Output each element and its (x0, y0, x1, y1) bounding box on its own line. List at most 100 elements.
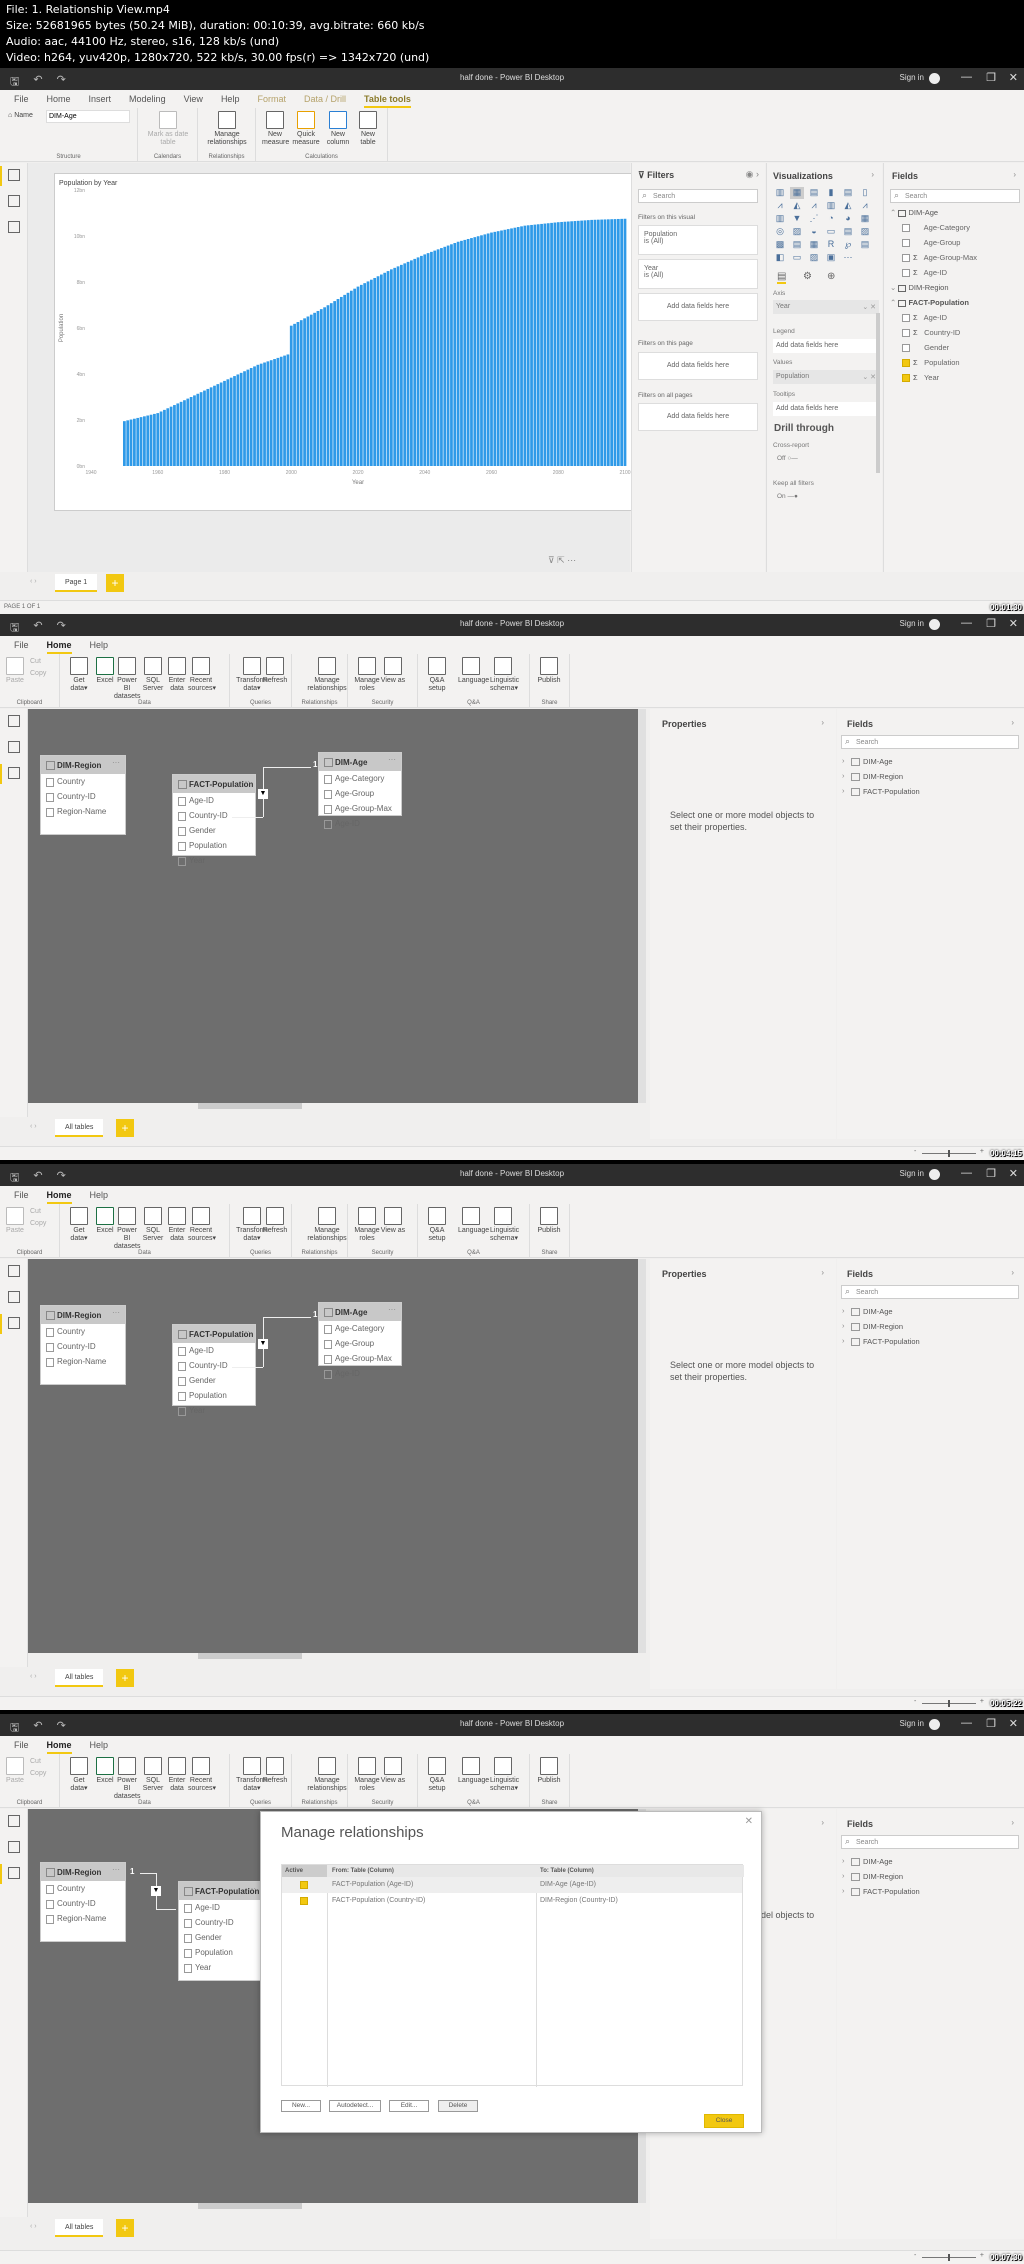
table-field[interactable]: Age-ID (173, 1343, 255, 1358)
copy-button[interactable]: Copy (30, 670, 46, 678)
table-field[interactable]: Age-Category (319, 1321, 401, 1336)
collapse-filters-icon[interactable]: ◉ › (746, 169, 759, 180)
get-data-button[interactable]: Get data▾ (66, 1757, 92, 1793)
quick-measure-button[interactable]: Quick measure (292, 111, 320, 147)
field-item[interactable]: Gender (902, 343, 949, 358)
table-card-header[interactable]: DIM-Age ··· (319, 753, 401, 771)
field-table-dim-age[interactable]: DIM-Age (839, 754, 1017, 769)
visual-type-icon[interactable]: ◕ (841, 213, 855, 225)
table-field[interactable]: Region-Name (41, 1354, 125, 1369)
collapse-properties-icon[interactable]: › (821, 1818, 824, 1827)
copy-button[interactable]: Copy (30, 1220, 46, 1228)
add-page-filter-drop[interactable]: Add data fields here (638, 352, 758, 380)
visual-type-icon[interactable]: ▤ (841, 187, 855, 199)
new-relationship-button[interactable]: New... (281, 2100, 321, 2112)
menu-view[interactable]: View (184, 90, 213, 108)
table-field[interactable]: Population (173, 1388, 255, 1403)
table-card-header[interactable]: DIM-Region ··· (41, 1306, 125, 1324)
table-field[interactable]: Year (173, 1403, 255, 1418)
canvas-horizontal-scrollbar[interactable] (198, 1653, 302, 1659)
visual-type-icon[interactable]: ▥ (773, 213, 787, 225)
table-card-dim-age[interactable]: DIM-Age ··· Age-CategoryAge-GroupAge-Group… (318, 1302, 402, 1379)
model-view-button[interactable] (0, 1311, 28, 1337)
menu-modeling[interactable]: Modeling (129, 90, 176, 108)
visual-type-icon[interactable]: ▤ (858, 239, 872, 251)
viz-scrollbar[interactable] (876, 313, 880, 473)
collapse-fields-icon[interactable]: › (1011, 1268, 1014, 1277)
visual-type-icon[interactable]: ▥ (824, 200, 838, 212)
add-layout-button[interactable]: + (116, 2219, 134, 2237)
view-as-button[interactable]: View as (380, 1207, 406, 1235)
table-field[interactable]: Region-Name (41, 804, 125, 819)
table-field[interactable]: Age-Category (319, 771, 401, 786)
avatar[interactable] (929, 1169, 940, 1180)
restore-button[interactable]: ❐ (986, 617, 996, 630)
canvas-vertical-scrollbar[interactable] (638, 709, 646, 1103)
linguistic-schema-button[interactable]: Linguistic schema▾ (490, 1207, 519, 1243)
menu-home[interactable]: Home (46, 1186, 82, 1204)
field-checkbox[interactable] (902, 239, 910, 248)
canvas-horizontal-scrollbar[interactable] (198, 2203, 302, 2209)
sql-server-button[interactable]: SQL Server (140, 657, 166, 693)
manage-relationships-button[interactable]: Manage relationships (302, 657, 352, 693)
power-bi-datasets-button[interactable]: Power BI datasets (114, 1207, 140, 1251)
add-layout-button[interactable]: + (116, 1669, 134, 1687)
model-view-button[interactable] (0, 1861, 28, 1887)
menu-home[interactable]: Home (46, 1736, 82, 1754)
more-options-icon[interactable]: ··· (388, 755, 396, 764)
field-item[interactable]: Σ Year (902, 373, 939, 388)
menu-home[interactable]: Home (46, 636, 82, 654)
menu-file[interactable]: File (14, 90, 39, 108)
more-options-icon[interactable]: ··· (112, 1865, 120, 1874)
table-field[interactable]: Country-ID (41, 1896, 125, 1911)
visual-type-icon[interactable]: ▼ (790, 213, 804, 225)
language-button[interactable]: Language (458, 1207, 489, 1235)
field-checkbox[interactable] (902, 314, 910, 323)
table-card-dim-region[interactable]: DIM-Region ··· Country Country-ID Region-Nam… (40, 1305, 126, 1385)
data-view-button[interactable] (0, 189, 28, 215)
legend-well[interactable]: Add data fields here (773, 339, 879, 353)
table-field[interactable]: Age-ID (179, 1900, 261, 1915)
menu-help[interactable]: Help (90, 636, 119, 654)
field-table-dim-region[interactable]: DIM-Region (839, 769, 1017, 784)
visual-type-icon[interactable]: ◒ (807, 226, 821, 238)
table-card-dim-region[interactable]: DIM-Region ··· Country Country-ID Region-Nam… (40, 1862, 126, 1942)
field-table-dim-region[interactable]: DIM-Region (839, 1869, 1017, 1884)
visual-type-icon[interactable]: ▨ (858, 226, 872, 238)
table-card-header[interactable]: DIM-Region ··· (41, 756, 125, 774)
publish-button[interactable]: Publish (536, 1207, 562, 1235)
mark-as-date-table-button[interactable]: Mark as date table (146, 111, 190, 147)
field-checkbox[interactable] (902, 254, 910, 263)
filter-direction-icon[interactable]: ▼ (258, 1339, 268, 1349)
restore-button[interactable]: ❐ (986, 71, 996, 84)
expand-chevron-icon[interactable]: ⌄ (890, 283, 896, 292)
sign-in-link[interactable]: Sign in (900, 1169, 924, 1178)
table-field[interactable]: Age-Group (319, 786, 401, 801)
zoom-slider[interactable]: - + (914, 1148, 984, 1157)
zoom-slider[interactable]: - + (914, 2252, 984, 2261)
table-field[interactable]: Age-ID (319, 816, 401, 831)
recent-sources-button[interactable]: Recent sources▾ (188, 1207, 216, 1243)
visual-type-icon[interactable]: ▦ (790, 187, 804, 199)
visual-type-icon[interactable]: ▮ (824, 187, 838, 199)
visual-type-icon[interactable]: ▥ (773, 187, 787, 199)
paste-button[interactable]: Paste (6, 1757, 24, 1785)
restore-button[interactable]: ❐ (986, 1717, 996, 1730)
visual-type-icon[interactable]: ▦ (858, 213, 872, 225)
table-field[interactable]: Country (41, 1881, 125, 1896)
tab-nav-arrows[interactable]: ‹ › (30, 1673, 37, 1680)
field-item[interactable]: Σ Country-ID (902, 328, 960, 343)
field-item[interactable]: Σ Age-ID (902, 313, 947, 328)
refresh-button[interactable]: Refresh (262, 1757, 288, 1785)
enter-data-button[interactable]: Enter data (164, 657, 190, 693)
restore-button[interactable]: ❐ (986, 1167, 996, 1180)
values-well[interactable]: Population ⌄ ✕ (773, 370, 879, 384)
fields-search-input[interactable]: Search (841, 1285, 1019, 1299)
visual-type-icon[interactable]: ▭ (790, 252, 804, 264)
relationship-line[interactable] (232, 1367, 263, 1368)
tab-nav-arrows[interactable]: ‹ › (30, 2223, 37, 2230)
dialog-close-button[interactable]: Close (704, 2114, 744, 2128)
table-field[interactable]: Country-ID (173, 1358, 255, 1373)
manage-relationships-button[interactable]: Manage relationships (302, 1207, 352, 1243)
menu-file[interactable]: File (14, 1186, 39, 1204)
